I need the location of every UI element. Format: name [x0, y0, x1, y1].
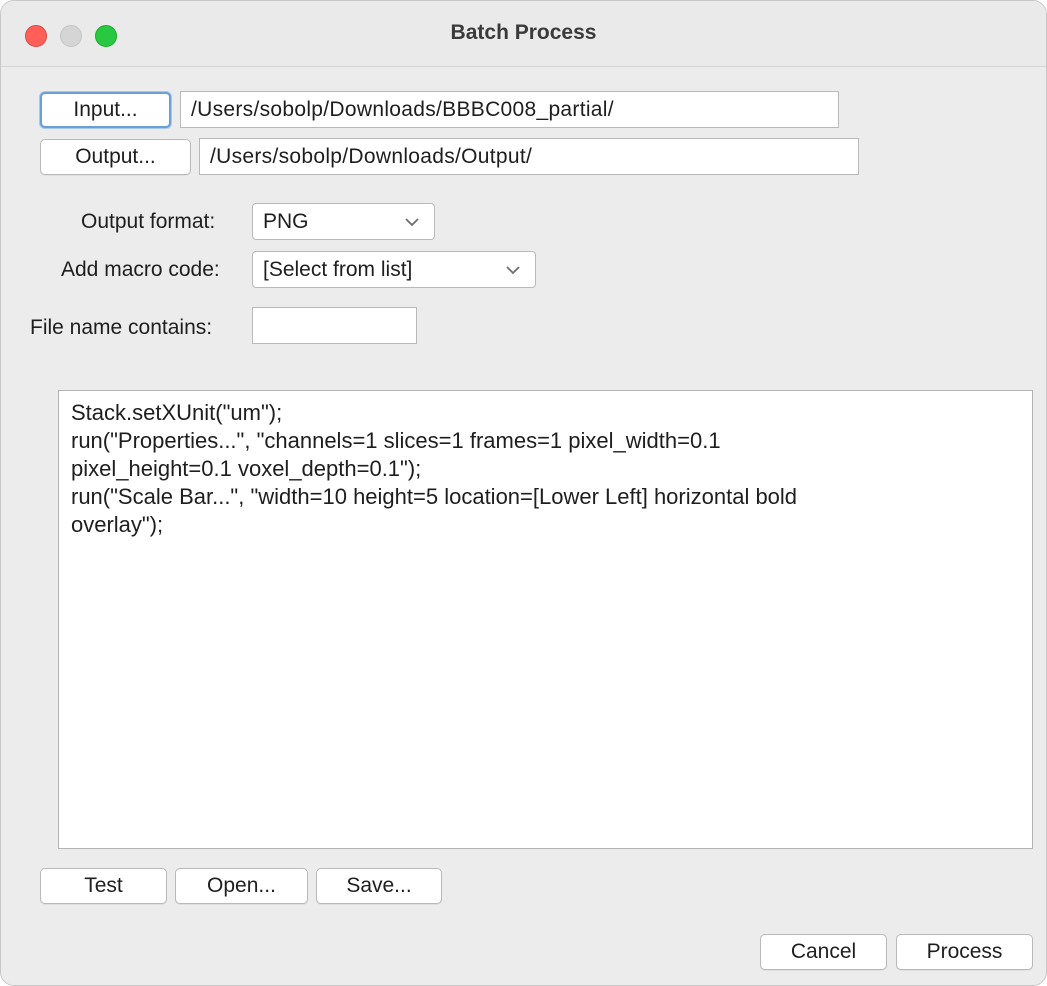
open-button[interactable]: Open... [175, 868, 308, 904]
cancel-button[interactable]: Cancel [760, 934, 887, 970]
macro-code-value: [Select from list] [263, 257, 413, 281]
batch-process-window: Batch Process Input... /Users/sobolp/Dow… [0, 0, 1047, 986]
macro-code-select[interactable]: [Select from list] [252, 251, 536, 288]
output-format-value: PNG [263, 209, 309, 233]
input-path-field[interactable]: /Users/sobolp/Downloads/BBBC008_partial/ [180, 91, 839, 128]
chevron-down-icon [506, 265, 520, 274]
save-button[interactable]: Save... [316, 868, 442, 904]
test-button[interactable]: Test [40, 868, 167, 904]
output-format-select[interactable]: PNG [252, 203, 435, 240]
output-format-label: Output format: [81, 210, 216, 233]
chevron-down-icon [405, 217, 419, 226]
input-button[interactable]: Input... [40, 92, 171, 128]
process-button[interactable]: Process [896, 934, 1033, 970]
output-button[interactable]: Output... [40, 139, 191, 175]
macro-code-editor[interactable]: Stack.setXUnit("um"); run("Properties...… [58, 390, 1033, 849]
title-bar: Batch Process [1, 1, 1046, 67]
filename-filter-field[interactable] [252, 307, 417, 344]
output-path-field[interactable]: /Users/sobolp/Downloads/Output/ [199, 138, 859, 175]
window-title: Batch Process [450, 21, 597, 44]
filename-filter-label: File name contains: [30, 316, 213, 339]
macro-code-label: Add macro code: [61, 258, 220, 281]
